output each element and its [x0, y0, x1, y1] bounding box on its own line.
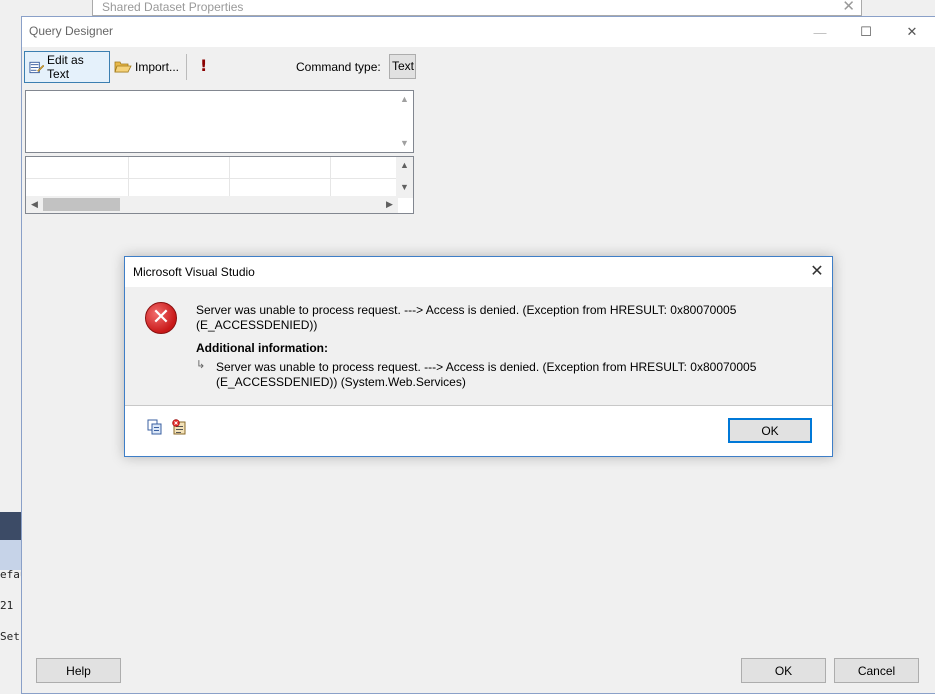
scroll-up-icon[interactable]: ▲: [396, 91, 413, 108]
help-button[interactable]: Help: [36, 658, 121, 683]
copy-icon[interactable]: [147, 419, 163, 435]
edit-as-text-label: Edit as Text: [47, 53, 84, 81]
error-dialog-title: Microsoft Visual Studio: [133, 265, 255, 279]
import-label: Import...: [135, 60, 180, 74]
horizontal-scroll-thumb[interactable]: [43, 198, 120, 211]
grid-column-divider: [128, 157, 129, 197]
scroll-up-icon[interactable]: ▲: [396, 157, 413, 174]
background-window-title: Shared Dataset Properties: [102, 0, 244, 14]
grid-row-divider: [26, 178, 398, 179]
error-dialog: Microsoft Visual Studio ✕ ✕ Server was u…: [124, 256, 833, 457]
close-icon: ✕: [810, 263, 824, 280]
error-icon: ✕: [145, 302, 177, 334]
edit-as-text-button[interactable]: Edit as Text: [24, 51, 110, 83]
command-type-label: Command type:: [296, 60, 381, 74]
error-dialog-divider: [125, 405, 832, 406]
maximize-button[interactable]: ☐: [843, 17, 889, 47]
query-text-area[interactable]: ▲ ▼: [25, 90, 414, 153]
ok-button[interactable]: OK: [741, 658, 826, 683]
error-dialog-body: ✕ Server was unable to process request. …: [125, 287, 832, 405]
background-window-close-icon[interactable]: ✕: [842, 0, 855, 15]
minimize-icon: —: [813, 24, 827, 40]
grid-column-divider: [229, 157, 230, 197]
scroll-left-icon[interactable]: ◀: [26, 196, 43, 213]
query-vertical-scrollbar[interactable]: ▲ ▼: [396, 91, 413, 152]
scroll-down-icon[interactable]: ▼: [396, 135, 413, 152]
background-editor-tab: [0, 540, 22, 570]
additional-info-heading: Additional information:: [196, 341, 328, 355]
background-code-line: Set: [0, 630, 20, 643]
grid-column-divider: [330, 157, 331, 197]
close-button[interactable]: ✕: [889, 17, 935, 47]
maximize-icon: ☐: [860, 24, 872, 39]
results-grid[interactable]: ▲ ▼ ◀ ▶: [25, 156, 414, 214]
grid-vertical-scrollbar[interactable]: ▲ ▼: [396, 157, 413, 198]
background-window-titlebar: Shared Dataset Properties ✕: [92, 0, 862, 16]
import-button[interactable]: Import...: [110, 51, 183, 83]
error-dialog-ok-button[interactable]: OK: [728, 418, 812, 443]
command-type-select[interactable]: Text: [389, 54, 416, 79]
background-code-line: efau: [0, 568, 22, 581]
toolbar-separator: [186, 54, 187, 80]
error-details-icon[interactable]: [171, 419, 187, 435]
background-code-line: 21: [0, 599, 14, 612]
additional-info-line: (E_ACCESSDENIED)) (System.Web.Services): [216, 375, 466, 389]
tree-branch-icon: ↳: [196, 358, 206, 371]
edit-as-text-icon: [29, 61, 45, 74]
cancel-button[interactable]: Cancel: [834, 658, 919, 683]
additional-info-line: Server was unable to process request. --…: [216, 360, 757, 374]
query-designer-title: Query Designer: [29, 24, 114, 38]
close-icon: ✕: [906, 24, 918, 39]
error-dialog-close-button[interactable]: ✕: [802, 257, 832, 285]
error-message-line: Server was unable to process request. --…: [196, 303, 737, 317]
run-query-icon[interactable]: !: [200, 56, 207, 75]
query-toolbar: Edit as Text Import... ! Command type: T…: [24, 50, 416, 84]
minimize-button[interactable]: —: [797, 17, 843, 47]
grid-horizontal-scrollbar[interactable]: ◀ ▶: [26, 196, 398, 213]
error-message: Server was unable to process request. --…: [196, 303, 786, 333]
background-editor-strip: efau 21 Set: [0, 512, 22, 694]
scroll-down-icon[interactable]: ▼: [396, 179, 413, 196]
query-designer-titlebar: Query Designer — ☐ ✕: [22, 17, 935, 47]
scroll-right-icon[interactable]: ▶: [381, 196, 398, 213]
error-message-line: (E_ACCESSDENIED)): [196, 318, 318, 332]
additional-info-message: Server was unable to process request. --…: [216, 360, 796, 390]
folder-open-icon: [114, 61, 132, 73]
background-editor-header: [0, 512, 22, 540]
